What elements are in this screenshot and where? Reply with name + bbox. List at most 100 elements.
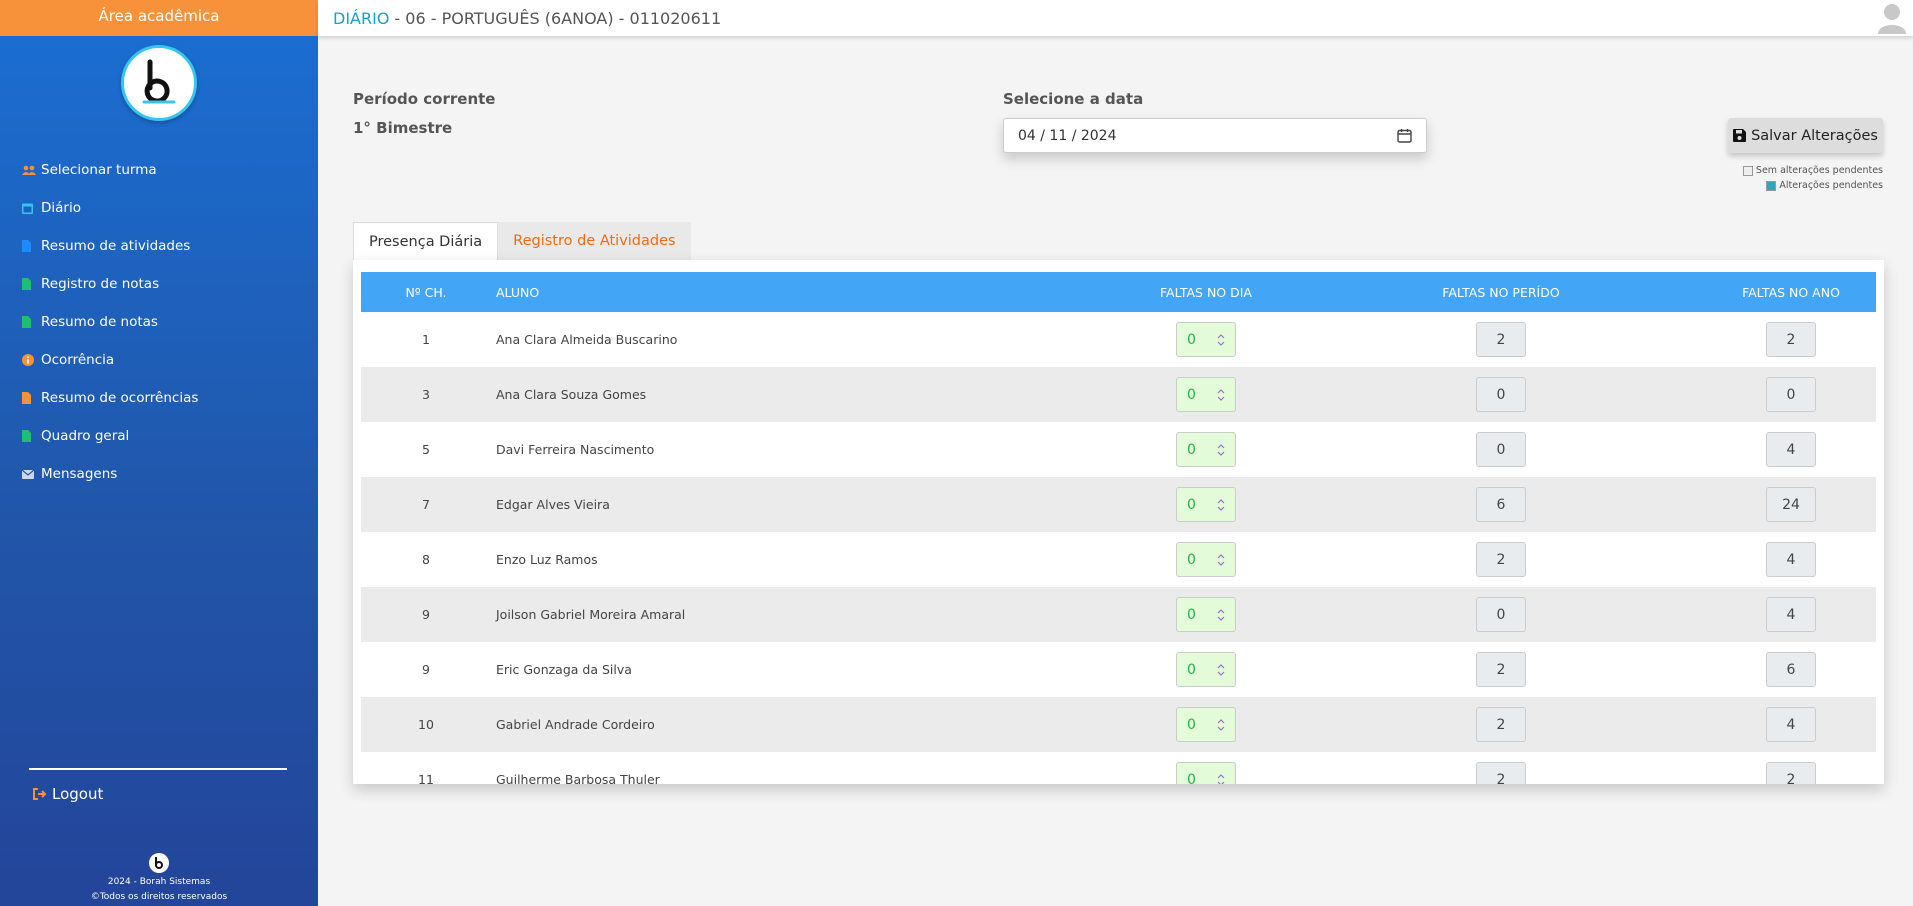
table-row: 11 Guilherme Barbosa Thuler 0 2 2 xyxy=(361,752,1876,784)
table-header: Nº CH. ALUNO FALTAS NO DIA FALTAS NO PER… xyxy=(361,272,1876,312)
faltas-dia-stepper[interactable]: 0 xyxy=(1176,597,1236,632)
page-title: - 06 - PORTUGUÊS (6ANOA) - 011020611 xyxy=(394,8,722,28)
info-icon xyxy=(22,354,38,366)
sidebar-item-selecionar-turma[interactable]: Selecionar turma xyxy=(0,151,318,189)
table-row: 8 Enzo Luz Ramos 0 2 4 xyxy=(361,532,1876,587)
faltas-dia-stepper[interactable]: 0 xyxy=(1176,762,1236,784)
faltas-dia-stepper[interactable]: 0 xyxy=(1176,707,1236,742)
stepper-arrows-icon[interactable] xyxy=(1217,773,1225,784)
row-num: 5 xyxy=(422,442,430,457)
faltas-dia-stepper[interactable]: 0 xyxy=(1176,377,1236,412)
borah-logo xyxy=(121,45,197,121)
period-label: Período corrente xyxy=(353,90,496,108)
faltas-dia-value: 0 xyxy=(1187,661,1196,678)
row-num: 10 xyxy=(418,717,434,732)
sidebar-divider xyxy=(29,768,287,770)
calendar-icon[interactable] xyxy=(1397,128,1412,147)
footer-logo xyxy=(0,853,318,873)
date-input[interactable]: 04 / 11 / 2024 xyxy=(1003,118,1427,153)
avatar[interactable] xyxy=(1877,2,1907,34)
faltas-dia-value: 0 xyxy=(1187,551,1196,568)
faltas-dia-value: 0 xyxy=(1187,441,1196,458)
envelope-icon xyxy=(22,469,38,479)
row-num: 8 xyxy=(422,552,430,567)
faltas-dia-value: 0 xyxy=(1187,331,1196,348)
row-num: 3 xyxy=(422,387,430,402)
student-name: Ana Clara Almeida Buscarino xyxy=(496,332,678,347)
student-name: Edgar Alves Vieira xyxy=(496,497,610,512)
footer-copyright: 2024 - Borah Sistemas xyxy=(107,877,211,887)
stepper-arrows-icon[interactable] xyxy=(1217,608,1225,626)
sidebar-item-ocorrencia[interactable]: Ocorrência xyxy=(0,341,318,379)
sidebar-item-label: Registro de notas xyxy=(41,276,160,292)
logout-button[interactable]: Logout xyxy=(33,785,103,803)
save-changes-label: Salvar Alterações xyxy=(1751,127,1878,144)
student-name: Gabriel Andrade Cordeiro xyxy=(496,717,655,732)
faltas-ano-value: 0 xyxy=(1766,377,1816,412)
sidebar-item-diario[interactable]: Diário xyxy=(0,189,318,227)
file-icon xyxy=(22,430,38,442)
legend-swatch-none xyxy=(1742,165,1753,176)
save-changes-button[interactable]: Salvar Alterações xyxy=(1728,118,1883,153)
stepper-arrows-icon[interactable] xyxy=(1217,388,1225,406)
faltas-periodo-value: 6 xyxy=(1476,487,1526,522)
sidebar-item-resumo-de-atividades[interactable]: Resumo de atividades xyxy=(0,227,318,265)
faltas-ano-value: 4 xyxy=(1766,707,1816,742)
faltas-dia-stepper[interactable]: 0 xyxy=(1176,652,1236,687)
legend-no-changes-label: Sem alterações pendentes xyxy=(1755,165,1883,176)
legend-changes: Alterações pendentes xyxy=(1766,180,1883,191)
sidebar-item-label: Resumo de notas xyxy=(41,314,158,330)
faltas-dia-stepper[interactable]: 0 xyxy=(1176,542,1236,577)
calendar-icon xyxy=(22,202,38,214)
sidebar-item-label: Resumo de atividades xyxy=(41,238,191,254)
sidebar-item-registro-de-notas[interactable]: Registro de notas xyxy=(0,265,318,303)
sidebar-item-resumo-de-notas[interactable]: Resumo de notas xyxy=(0,303,318,341)
faltas-ano-value: 6 xyxy=(1766,652,1816,687)
stepper-arrows-icon[interactable] xyxy=(1217,663,1225,681)
header-faltas-periodo: FALTAS NO PERÍDO xyxy=(1442,284,1560,300)
header-faltas-dia: FALTAS NO DIA xyxy=(1160,284,1252,300)
logout-label: Logout xyxy=(52,785,104,803)
faltas-ano-value: 2 xyxy=(1766,762,1816,784)
sidebar-item-resumo-de-ocorrencias[interactable]: Resumo de ocorrências xyxy=(0,379,318,417)
row-num: 9 xyxy=(422,607,430,622)
stepper-arrows-icon[interactable] xyxy=(1217,553,1225,571)
table-row: 9 Joilson Gabriel Moreira Amaral 0 0 4 xyxy=(361,587,1876,642)
faltas-periodo-value: 2 xyxy=(1476,542,1526,577)
faltas-periodo-value: 2 xyxy=(1476,707,1526,742)
sidebar-item-label: Quadro geral xyxy=(41,428,130,444)
faltas-dia-stepper[interactable]: 0 xyxy=(1176,322,1236,357)
student-name: Davi Ferreira Nascimento xyxy=(496,442,655,457)
row-num: 7 xyxy=(422,497,430,512)
sidebar-item-label: Selecionar turma xyxy=(41,162,157,178)
sidebar-item-label: Ocorrência xyxy=(41,352,115,368)
date-label: Selecione a data xyxy=(1003,90,1144,108)
sidebar-header: Área acadêmica xyxy=(0,0,318,36)
stepper-arrows-icon[interactable] xyxy=(1217,443,1225,461)
stepper-arrows-icon[interactable] xyxy=(1217,333,1225,351)
tab-presenca-diaria[interactable]: Presença Diária xyxy=(353,222,499,260)
stepper-arrows-icon[interactable] xyxy=(1217,718,1225,736)
faltas-dia-stepper[interactable]: 0 xyxy=(1176,487,1236,522)
table-row: 10 Gabriel Andrade Cordeiro 0 2 4 xyxy=(361,697,1876,752)
faltas-periodo-value: 2 xyxy=(1476,322,1526,357)
sidebar-item-label: Diário xyxy=(41,200,81,216)
faltas-ano-value: 24 xyxy=(1766,487,1816,522)
sidebar-item-mensagens[interactable]: Mensagens xyxy=(0,455,318,493)
sidebar-item-label: Resumo de ocorrências xyxy=(41,390,199,406)
date-value: 04 / 11 / 2024 xyxy=(1018,127,1117,144)
topbar: DIÁRIO - 06 - PORTUGUÊS (6ANOA) - 011020… xyxy=(318,0,1913,36)
faltas-dia-stepper[interactable]: 0 xyxy=(1176,432,1236,467)
legend-swatch-changes xyxy=(1766,180,1777,191)
faltas-dia-value: 0 xyxy=(1187,496,1196,513)
stepper-arrows-icon[interactable] xyxy=(1217,498,1225,516)
file-icon xyxy=(22,278,38,290)
breadcrumb-section[interactable]: DIÁRIO xyxy=(333,9,389,28)
table-row: 9 Eric Gonzaga da Silva 0 2 6 xyxy=(361,642,1876,697)
sidebar: Área acadêmica Selecionar turma Diário Res… xyxy=(0,0,318,906)
tab-registro-atividades[interactable]: Registro de Atividades xyxy=(498,222,691,260)
table-row: 3 Ana Clara Souza Gomes 0 0 0 xyxy=(361,367,1876,422)
header-faltas-ano: FALTAS NO ANO xyxy=(1742,284,1840,300)
sidebar-item-quadro-geral[interactable]: Quadro geral xyxy=(0,417,318,455)
student-name: Guilherme Barbosa Thuler xyxy=(496,772,660,784)
